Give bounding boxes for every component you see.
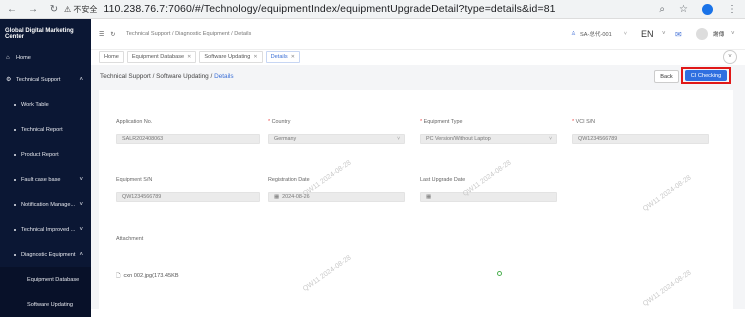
tab-equipment-database[interactable]: Equipment Database ✕ [126, 50, 197, 63]
calendar-icon: ▦ [426, 194, 432, 200]
sidebar-item-fault-case-base[interactable]: Fault case base ˅ [0, 167, 91, 192]
chevron-down-icon: ˅ [397, 136, 400, 142]
ci-checking-button[interactable]: CI Checking [685, 70, 727, 81]
country-select[interactable]: Germany ˅ [268, 134, 405, 144]
close-icon[interactable]: ✕ [253, 54, 257, 60]
attachment-label: Attachment [116, 236, 144, 242]
menu-kebab-icon[interactable]: ⋮ [727, 4, 737, 15]
watermark: QW11 2024-08-28 [641, 174, 693, 213]
chevron-up-icon: ˄ [79, 251, 83, 258]
chevron-down-icon: ˅ [79, 201, 83, 208]
address-bar[interactable]: 110.238.76.7:7060/#/Technology/equipment… [103, 3, 555, 15]
close-icon[interactable]: ✕ [291, 54, 295, 60]
refresh-icon[interactable]: ↻ [110, 31, 115, 38]
sidebar-item-home[interactable]: ⌂ Home [0, 49, 91, 67]
reload-icon[interactable]: ↻ [48, 4, 60, 15]
page-breadcrumb: Technical Support / Software Updating / … [100, 73, 234, 80]
sidebar-item-technical-support[interactable]: ⚙ Technical Support ˄ [0, 67, 91, 92]
app-header: ☰ ↻ Technical Support / Diagnostic Equip… [91, 19, 745, 50]
sidebar: Global Digital Marketing Center ⌂ Home ⚙… [0, 19, 91, 317]
tab-details[interactable]: Details ✕ [265, 50, 300, 63]
vci-sn-field: * VCI S/N QW1234566789 [572, 119, 709, 144]
sidebar-item-technical-improved[interactable]: Technical Improved ... ˅ [0, 217, 91, 242]
chevron-down-icon: ˅ [79, 176, 83, 183]
document-icon: 🗋 [116, 273, 121, 279]
registration-date-input[interactable]: ▦ 2024-08-26 [268, 192, 405, 202]
attachment-file[interactable]: 🗋 cxn 002.jpg(173.45KB [116, 271, 179, 281]
tab-home[interactable]: Home [99, 50, 124, 63]
chevron-down-icon: ˅ [623, 31, 628, 37]
application-no-field: Application No. SALR202408063 [116, 119, 260, 144]
close-icon[interactable]: ✕ [187, 54, 191, 60]
sidebar-item-software-updating[interactable]: Software Updating [0, 292, 91, 317]
chevron-up-icon: ˄ [79, 76, 83, 83]
bookmark-star-icon[interactable]: ☆ [679, 4, 688, 15]
equipment-sn-input[interactable]: QW1234566789 [116, 192, 260, 202]
chevron-down-icon: ˅ [662, 31, 666, 37]
gear-icon: ⚙ [6, 77, 12, 83]
equipment-type-field: * Equipment Type PC Version/Without Lapt… [420, 119, 557, 144]
back-arrow-icon[interactable]: ← [6, 4, 18, 15]
tab-bar: Home Equipment Database ✕ Software Updati… [91, 49, 745, 64]
calendar-icon: ▦ [274, 194, 280, 200]
home-icon: ⌂ [6, 55, 10, 61]
chevron-down-icon: ˅ [731, 31, 735, 37]
sidebar-item-diagnostic-equipment[interactable]: Diagnostic Equipment ˄ [0, 242, 91, 267]
watermark: QW11 2024-08-28 [641, 269, 693, 308]
collapse-toggle-icon[interactable]: ˅ [723, 50, 737, 64]
sidebar-item-work-table[interactable]: Work Table [0, 92, 91, 117]
watermark: QW11 2024-08-28 [301, 254, 353, 293]
browser-toolbar: ← → ↻ ⚠ 不安全 110.238.76.7:7060/#/Technolo… [0, 0, 745, 19]
chevron-down-icon: ˅ [549, 136, 552, 142]
sidebar-item-technical-report[interactable]: Technical Report [0, 117, 91, 142]
sidebar-item-product-report[interactable]: Product Report [0, 142, 91, 167]
language-selector[interactable]: EN [641, 29, 654, 39]
registration-date-field: Registration Date ▦ 2024-08-26 [268, 177, 405, 202]
user-selector[interactable]: ♙ SA-总代-001 ˅ [571, 30, 627, 38]
back-button[interactable]: Back [654, 70, 679, 83]
warning-icon: ⚠ [64, 4, 74, 14]
sidebar-item-equipment-database[interactable]: Equipment Database [0, 267, 91, 292]
security-label: 不安全 [73, 4, 98, 14]
menu-toggle-icon[interactable]: ☰ [99, 31, 104, 38]
equipment-type-select[interactable]: PC Version/Without Laptop ˅ [420, 134, 557, 144]
country-field: * Country Germany ˅ [268, 119, 405, 144]
profile-avatar[interactable] [702, 3, 713, 15]
details-form: Application No. SALR202408063 * Country … [99, 90, 733, 309]
avatar[interactable] [696, 28, 708, 40]
mail-icon[interactable]: ✉ [675, 30, 682, 39]
brand-title: Global Digital Marketing Center [0, 19, 91, 49]
security-indicator[interactable]: ⚠ 不安全 [64, 4, 97, 15]
header-breadcrumb: Technical Support / Diagnostic Equipment… [126, 31, 252, 37]
application-no-input[interactable]: SALR202408063 [116, 134, 260, 144]
user-name[interactable]: 謝傳 [713, 30, 724, 38]
sidebar-item-notification-manage[interactable]: Notification Manage... ˅ [0, 192, 91, 217]
chevron-down-icon: ˅ [79, 226, 83, 233]
forward-arrow-icon[interactable]: → [27, 4, 39, 15]
zoom-icon[interactable]: ⌕ [659, 4, 665, 15]
main-content: Technical Support / Software Updating / … [91, 65, 745, 309]
user-icon: ♙ [571, 31, 577, 37]
upload-success-icon [497, 271, 502, 276]
last-upgrade-date-input[interactable]: ▦ [420, 192, 557, 202]
equipment-sn-field: Equipment S/N QW1234566789 [116, 177, 260, 202]
vci-sn-input[interactable]: QW1234566789 [572, 134, 709, 144]
tab-software-updating[interactable]: Software Updating ✕ [199, 50, 263, 63]
